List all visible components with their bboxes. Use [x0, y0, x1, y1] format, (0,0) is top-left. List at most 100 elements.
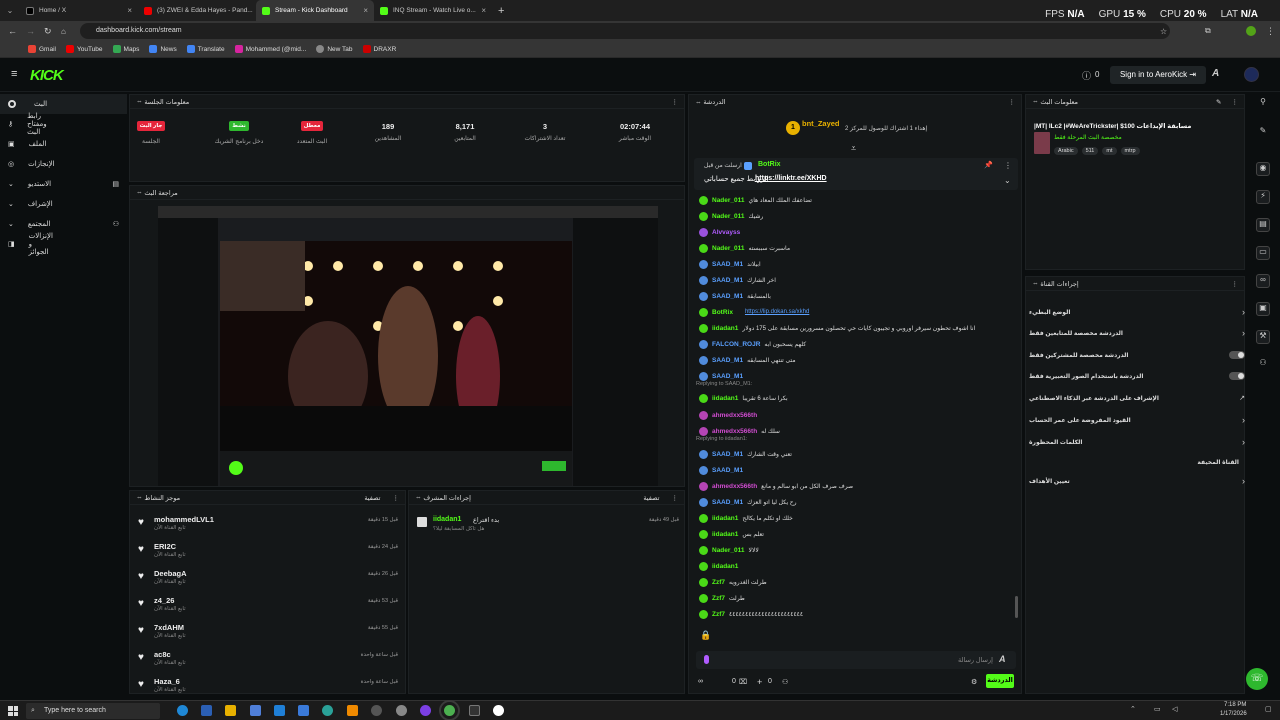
chat-username[interactable]: Nader_011	[712, 245, 745, 252]
chrome-alt-icon[interactable]	[396, 705, 407, 716]
emote-icon[interactable]: A	[999, 654, 1006, 664]
bookmark-news[interactable]: News	[149, 45, 177, 53]
rail-doc-icon[interactable]: ▤	[1256, 218, 1270, 232]
mod-name[interactable]: iidadan1	[433, 516, 461, 523]
edge-icon[interactable]	[177, 705, 188, 716]
explorer-icon[interactable]	[225, 705, 236, 716]
pinned-bot-name[interactable]: BotRix	[758, 161, 781, 168]
chat-username[interactable]: ahmedxx566th	[712, 483, 757, 490]
notification-center-icon[interactable]: ▢	[1265, 705, 1272, 713]
chat-username[interactable]: Zzf7	[712, 595, 725, 602]
sidebar-item-achievements[interactable]: ◎ الإنجازات	[0, 154, 127, 174]
bookmark-youtube[interactable]: YouTube	[65, 45, 103, 53]
rail-expand-icon[interactable]: ⚲	[1256, 97, 1270, 111]
chat-expand-icon[interactable]: ⩡	[851, 143, 856, 154]
sidebar-item-studio[interactable]: ⌄ الاستديو ▤	[0, 174, 127, 194]
chat-input[interactable]: إرسال رسالة A	[696, 651, 1016, 669]
chat-username[interactable]: SAAD_M1	[712, 357, 743, 364]
collapse-icon[interactable]: ⇔	[695, 99, 702, 106]
more-icon[interactable]: ⋮	[1009, 98, 1016, 106]
gift-user[interactable]: bnt_Zayed	[802, 119, 840, 128]
new-tab-icon[interactable]: +	[498, 5, 504, 17]
toggle-switch[interactable]	[1229, 351, 1245, 359]
edit-icon[interactable]: ✎	[1216, 98, 1221, 106]
more-icon[interactable]: ⋮	[393, 494, 400, 502]
user-add-icon[interactable]: ⚇	[782, 678, 788, 686]
chat-username[interactable]: iidadan1	[712, 563, 738, 570]
chat-action-row[interactable]: الوضع البطيء ›	[1029, 305, 1245, 319]
chat-scrollbar[interactable]	[1015, 596, 1018, 618]
notification-icon[interactable]: ⓘ	[1082, 69, 1091, 82]
chat-username[interactable]: Nader_011	[712, 213, 745, 220]
edge-dev-icon[interactable]	[322, 705, 333, 716]
chat-action-row[interactable]: القناة المخيفة	[1029, 455, 1245, 469]
filter-button[interactable]: تصفية	[364, 494, 380, 502]
collapse-icon[interactable]: ⇔	[415, 494, 422, 501]
settings-icon[interactable]: ⚙	[971, 678, 977, 686]
sidebar-item-profile[interactable]: ▣ الملف	[0, 134, 127, 154]
app2-icon[interactable]	[420, 705, 431, 716]
sidebar-item-drops[interactable]: ◨ الإنزالات و الجوائز	[0, 233, 127, 256]
more-icon[interactable]: ⋮	[672, 494, 679, 502]
collapse-icon[interactable]: ⇔	[136, 494, 143, 501]
chat-username[interactable]: Zzf7	[712, 611, 725, 618]
sidebar-item-moderation[interactable]: ⌄ الإشراف	[0, 194, 127, 214]
tag-chip[interactable]: 511	[1081, 147, 1099, 155]
chat-username[interactable]: SAAD_M1	[712, 373, 743, 380]
bookmark-draxr[interactable]: DRAXR	[362, 45, 396, 53]
tag-chip[interactable]: mtrp	[1120, 147, 1140, 155]
chat-username[interactable]: SAAD_M1	[712, 499, 743, 506]
rail-tool-icon[interactable]: ⚒	[1256, 330, 1270, 344]
close-tab-icon[interactable]: ×	[127, 6, 132, 15]
chat-username[interactable]: iidadan1	[712, 395, 738, 402]
chat-username[interactable]: SAAD_M1	[712, 261, 743, 268]
home-icon[interactable]: ⌂	[61, 27, 66, 36]
mic-icon[interactable]	[704, 655, 709, 664]
sidebar-item-community[interactable]: ⌄ المجتمع ⚇	[0, 214, 127, 234]
tab-kick-dashboard[interactable]: Stream - Kick Dashboard ×	[256, 0, 374, 21]
aerokick-icon[interactable]: A	[1212, 68, 1219, 79]
chrome-icon[interactable]	[439, 700, 460, 720]
windows-start-icon[interactable]	[8, 706, 18, 716]
sidebar-item-key[interactable]: ⚷ رابط ومفتاح البث	[0, 113, 127, 136]
bookmark-gmail[interactable]: Gmail	[28, 45, 56, 53]
chat-username[interactable]: iidadan1	[712, 325, 738, 332]
network-icon[interactable]: ▭	[1154, 705, 1161, 713]
chat-username[interactable]: Nader_011	[712, 197, 745, 204]
mail-icon[interactable]	[274, 705, 285, 716]
chat-username[interactable]: SAAD_M1	[712, 293, 743, 300]
chat-send-button[interactable]: الدردشة	[986, 674, 1014, 688]
rail-chat-icon[interactable]: ▭	[1256, 246, 1270, 260]
chat-username[interactable]: Alvvayss	[712, 229, 740, 236]
terminal-icon[interactable]	[469, 705, 480, 716]
chat-username[interactable]: Zzf7	[712, 579, 725, 586]
chat-action-row[interactable]: الدردشة مخصصة للمشتركين فقط	[1029, 348, 1245, 362]
rail-edit-icon[interactable]: ✎	[1256, 126, 1270, 140]
rail-bolt-icon[interactable]: ⚡	[1256, 190, 1270, 204]
bookmark-newtab[interactable]: New Tab	[316, 45, 353, 53]
kick-logo[interactable]: KICK	[30, 67, 64, 84]
follower-name[interactable]: DeebagA	[154, 569, 187, 578]
tab-inq-stream[interactable]: INQ Stream - Watch Live o... ×	[374, 0, 492, 21]
store-icon[interactable]	[250, 705, 261, 716]
filter-button[interactable]: تصفية	[643, 494, 659, 502]
profile-icon[interactable]	[1246, 26, 1256, 36]
toggle-switch[interactable]	[1229, 372, 1245, 380]
hamburger-icon[interactable]: ≡	[11, 68, 17, 80]
rail-link-icon[interactable]: ∞	[1256, 274, 1270, 288]
gift-icon[interactable]: ⌧	[739, 678, 747, 686]
chat-username[interactable]: ahmedxx566th	[712, 412, 757, 419]
chevron-down-icon[interactable]: ⌄	[1004, 176, 1011, 185]
extension-icon[interactable]: ⧉	[1205, 26, 1211, 36]
signin-aerokick-button[interactable]: Sign in to AeroKick ⇥	[1110, 66, 1206, 84]
collapse-icon[interactable]: ⇔	[1032, 280, 1039, 287]
pinned-link[interactable]: https://linktr.ee/XKHD	[755, 175, 827, 182]
chat-username[interactable]: iidadan1	[712, 515, 738, 522]
collapse-icon[interactable]: ⇔	[136, 98, 143, 105]
bookmark-instagram[interactable]: Mohammed (@mid...	[234, 45, 306, 53]
external-link-icon[interactable]: ↗	[1239, 394, 1245, 402]
plus-icon[interactable]: +	[757, 677, 762, 687]
forward-icon[interactable]: →	[26, 26, 35, 36]
follower-name[interactable]: 7xdAHM	[154, 623, 184, 632]
follower-name[interactable]: z4_26	[154, 596, 174, 605]
